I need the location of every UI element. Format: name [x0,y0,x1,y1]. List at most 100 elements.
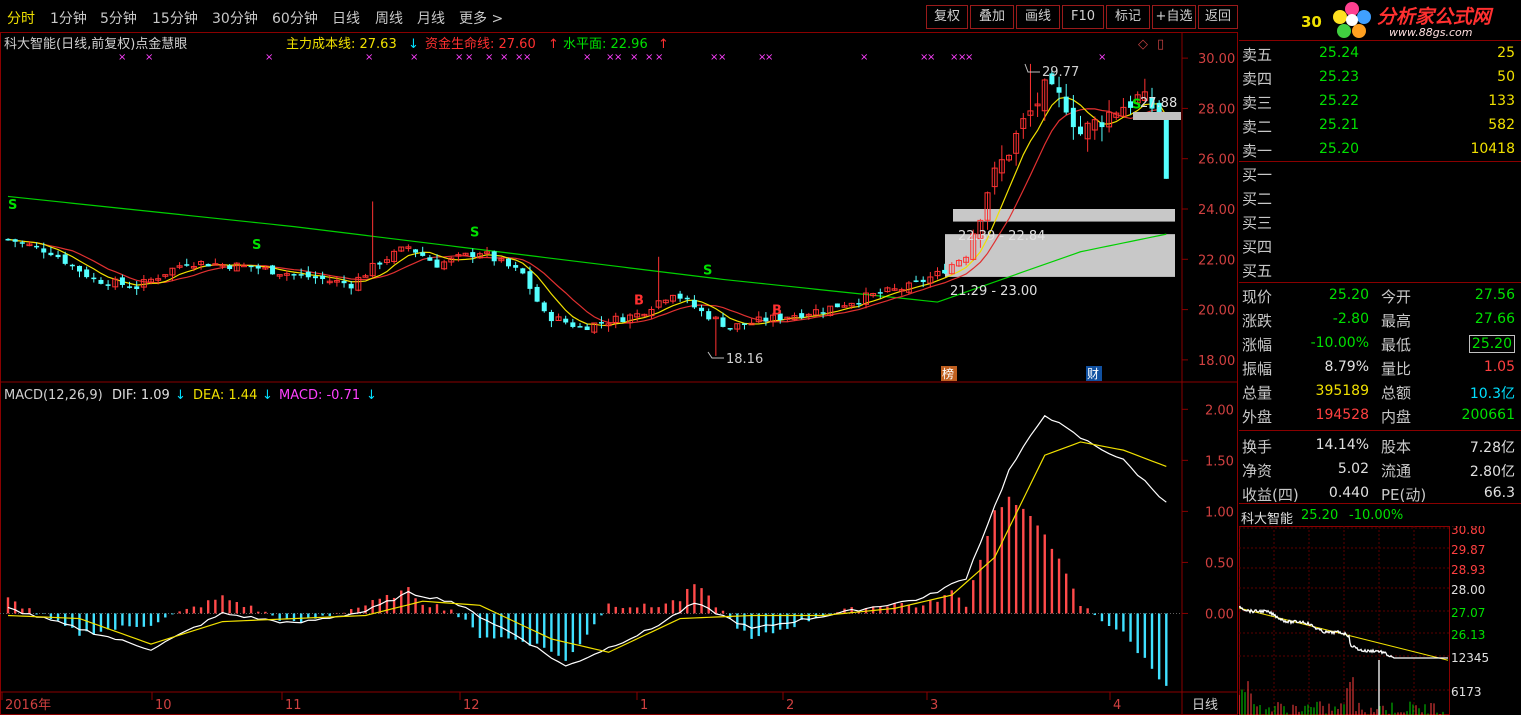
candle-body [527,271,533,289]
add-favorite-button[interactable]: +自选 [1152,5,1196,29]
candle-body [119,277,125,285]
sell-level-volume: 25 [1497,45,1515,61]
macd-tick-label: 0.00 [1205,607,1234,622]
sell-level[interactable]: 卖二 25.21 582 [1239,114,1521,138]
tf-15min[interactable]: 15分钟 [152,8,198,28]
tf-60min[interactable]: 60分钟 [272,8,318,28]
quote-value: 14.14% [1315,437,1369,453]
time-tick-label: 4 [1113,698,1121,713]
candle-body [1056,87,1062,93]
mini-scale-label: 26.13 [1451,628,1485,642]
sell-level[interactable]: 卖三 25.22 133 [1239,90,1521,114]
candle-body [105,284,111,286]
quote-label: 内盘 [1381,408,1412,426]
mini-intraday-chart[interactable]: 30.80 29.87 28.93 28.00 27.07 26.13 12345 6173 [1239,526,1521,715]
tf-1min[interactable]: 1分钟 [50,8,87,28]
time-tick-label: 10 [155,698,172,713]
candle-body [834,303,840,308]
candle-body [706,311,712,320]
buy-level[interactable]: 买一 [1239,162,1521,186]
candle-body [91,277,97,280]
tf-more[interactable]: 更多 > [459,8,503,28]
time-tick-label: 11 [285,698,302,713]
quote-row: 换手 14.14% 股本 7.28亿 [1239,434,1521,458]
candle-body [548,311,554,322]
candle-body [691,299,697,308]
candle-body [205,263,211,267]
last-price-annotation: 27.88 [1140,96,1177,111]
candle-body [77,265,82,272]
sell-level[interactable]: 卖一 25.20 10418 [1239,138,1521,162]
quote-value: -2.80 [1332,311,1369,327]
quote-label: PE(动) [1381,486,1427,504]
signal-mark: × [485,52,493,63]
candle-body [312,276,318,279]
quote-label: 总量 [1242,384,1273,402]
candle-body [184,264,190,266]
mark-button[interactable]: 标记 [1106,5,1150,29]
candle-body [348,283,354,289]
buy-level[interactable]: 买四 [1239,234,1521,258]
tf-monthly[interactable]: 月线 [417,8,445,28]
tf-5min[interactable]: 5分钟 [100,8,137,28]
sell-level-volume: 10418 [1470,141,1515,157]
candle-body [434,259,440,268]
buy-level[interactable]: 买三 [1239,210,1521,234]
buy-level[interactable]: 买五 [1239,258,1521,282]
last-price-marker [1133,112,1181,120]
sell-level-label: 卖四 [1242,70,1273,88]
quote-label: 收益(四) [1242,486,1299,504]
f10-button[interactable]: F10 [1062,5,1104,29]
tf-daily[interactable]: 日线 [332,8,360,28]
signal-mark: × [718,52,726,63]
buy-level[interactable]: 买二 [1239,186,1521,210]
dif-arrow: ↓ [175,388,186,403]
candle-body [577,326,583,328]
time-tick-label: 1 [640,698,648,713]
signal-mark: × [860,52,868,63]
quote-label: 涨幅 [1242,336,1273,354]
buy-signal-icon: B [634,294,644,309]
tf-weekly[interactable]: 周线 [375,8,403,28]
sell-level[interactable]: 卖五 25.24 25 [1239,42,1521,66]
candle-body [684,297,690,300]
candle-body [942,269,948,274]
back-button[interactable]: 返回 [1198,5,1238,29]
signal-mark: × [145,52,153,63]
dea-arrow: ↓ [262,388,273,403]
price-tick-label: 20.00 [1198,304,1235,319]
signal-mark: × [645,52,653,63]
signal-mark: × [500,52,508,63]
adjust-button[interactable]: 复权 [926,5,968,29]
sell-level-label: 卖一 [1242,142,1273,160]
sell-level-volume: 133 [1488,93,1515,109]
price-tick-label: 22.00 [1198,253,1235,268]
candle-body [1163,119,1169,179]
candle-body [563,318,569,323]
candle-body [856,303,862,305]
main-cost-line-label: 主力成本线: 27.63 [286,37,397,52]
candle-body [48,252,54,256]
quote-value: 0.440 [1328,485,1369,501]
quote-label: 总额 [1381,384,1412,402]
sell-level[interactable]: 卖四 25.23 50 [1239,66,1521,90]
candle-body [19,242,25,244]
stock-code: 30 [1301,13,1322,31]
support-zone-upper [953,209,1175,222]
candle-body [913,280,919,282]
candle-body [62,254,68,264]
tf-intraday[interactable]: 分时 [7,8,35,28]
candle-body [255,265,261,269]
finance-tag-text: 财 [1087,367,1099,381]
overlay-button[interactable]: 叠加 [970,5,1014,29]
macd-tick-label: 2.00 [1205,403,1234,418]
window-icon[interactable]: ▯ [1157,37,1164,52]
kline-macd-chart[interactable]: 30.0028.0026.0024.0022.0020.0018.00 2.00… [0,32,1238,715]
price-tick-label: 24.00 [1198,203,1235,218]
candle-body [820,312,826,314]
macd-label: MACD: -0.71 [279,388,360,403]
draw-button[interactable]: 画线 [1016,5,1060,29]
quote-value: 395189 [1315,383,1369,399]
tf-30min[interactable]: 30分钟 [212,8,258,28]
diamond-icon[interactable]: ◇ [1138,37,1148,52]
